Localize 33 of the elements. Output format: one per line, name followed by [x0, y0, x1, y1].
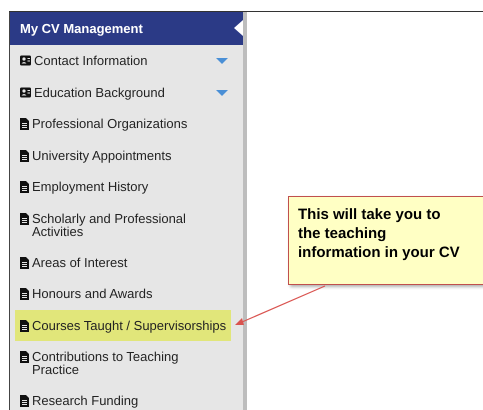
item-label: Research Funding — [32, 394, 138, 408]
document-icon — [20, 118, 29, 130]
sidebar-item[interactable]: Scholarly and Professional Activities — [15, 212, 202, 238]
contact-card-icon — [20, 55, 31, 66]
document-icon — [20, 351, 29, 363]
item-label: Contributions to Teaching Practice — [32, 350, 180, 376]
sidebar-item[interactable]: Employment History — [15, 180, 154, 194]
sidebar-item[interactable]: Research Funding — [15, 394, 144, 408]
sidebar-item[interactable]: Areas of Interest — [15, 256, 132, 269]
sidebar-item[interactable]: Contributions to Teaching Practice — [15, 350, 202, 376]
document-icon — [20, 320, 29, 332]
item-label: Scholarly and Professional Activities — [32, 212, 187, 238]
caret-icon — [216, 90, 228, 96]
document-icon — [20, 395, 29, 408]
document-icon — [20, 181, 29, 194]
item-label: Courses Taught / Supervisorships — [32, 318, 226, 332]
sidebar-item[interactable]: Honours and Awards — [15, 287, 158, 300]
caret-icon — [216, 58, 228, 64]
sidebar-item[interactable]: Courses Taught / Supervisorships — [15, 310, 232, 341]
document-icon — [20, 288, 29, 300]
document-icon — [20, 150, 29, 162]
item-label: Employment History — [32, 180, 148, 194]
item-label: Contact Information — [34, 54, 148, 68]
sidebar-item[interactable]: Contact Information — [15, 54, 233, 68]
contact-card-icon — [20, 86, 31, 98]
item-label: Areas of Interest — [32, 256, 128, 269]
item-label: Honours and Awards — [32, 287, 152, 300]
callout-text: This will take you to the teaching information in your CV — [298, 205, 461, 262]
sidebar-item[interactable]: Education Background — [15, 86, 233, 99]
document-icon — [20, 256, 29, 269]
item-label: Education Background — [34, 86, 165, 99]
sidebar-title: My CV Management — [20, 20, 143, 38]
document-icon — [20, 212, 29, 224]
